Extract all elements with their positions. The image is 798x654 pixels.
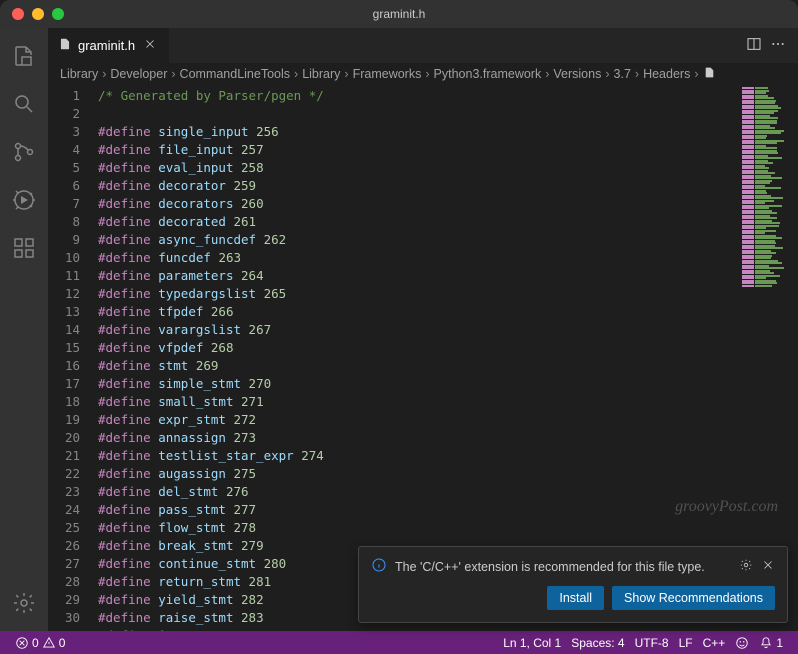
- breadcrumb-segment[interactable]: 3.7: [614, 67, 631, 81]
- status-cursor-position[interactable]: Ln 1, Col 1: [498, 636, 566, 650]
- show-recommendations-button[interactable]: Show Recommendations: [612, 586, 775, 610]
- explorer-icon[interactable]: [0, 36, 48, 76]
- breadcrumb-segment[interactable]: Headers: [643, 67, 690, 81]
- titlebar: graminit.h: [0, 0, 798, 28]
- status-notifications[interactable]: 1: [754, 636, 788, 650]
- code-line[interactable]: #define async_funcdef 262: [98, 231, 738, 249]
- close-icon[interactable]: [761, 558, 775, 575]
- file-icon: [703, 66, 716, 82]
- breadcrumb-segment[interactable]: CommandLineTools: [180, 67, 290, 81]
- notification-toast: The 'C/C++' extension is recommended for…: [358, 546, 788, 623]
- code-line[interactable]: #define typedargslist 265: [98, 285, 738, 303]
- code-line[interactable]: #define parameters 264: [98, 267, 738, 285]
- error-count: 0: [32, 636, 39, 650]
- code-line[interactable]: #define flow_stmt 278: [98, 519, 738, 537]
- warning-count: 0: [59, 636, 66, 650]
- code-line[interactable]: #define pass_stmt 277: [98, 501, 738, 519]
- info-icon: [371, 557, 387, 576]
- install-button[interactable]: Install: [547, 586, 604, 610]
- line-number-gutter: 1234567891011121314151617181920212223242…: [48, 85, 98, 631]
- breadcrumb-segment[interactable]: Python3.framework: [434, 67, 542, 81]
- tab-bar: graminit.h: [48, 28, 798, 63]
- tab-label: graminit.h: [78, 38, 135, 53]
- window-close-button[interactable]: [12, 8, 24, 20]
- status-encoding[interactable]: UTF-8: [630, 636, 674, 650]
- code-line[interactable]: /* Generated by Parser/pgen */: [98, 87, 738, 105]
- code-line[interactable]: #define small_stmt 271: [98, 393, 738, 411]
- activity-bar: [0, 28, 48, 631]
- extensions-icon[interactable]: [0, 228, 48, 268]
- tab-close-icon[interactable]: [141, 35, 159, 56]
- breadcrumb-segment[interactable]: Library: [302, 67, 340, 81]
- code-line[interactable]: #define stmt 269: [98, 357, 738, 375]
- chevron-right-icon: ›: [294, 67, 298, 81]
- source-control-icon[interactable]: [0, 132, 48, 172]
- chevron-right-icon: ›: [545, 67, 549, 81]
- code-line[interactable]: #define expr_stmt 272: [98, 411, 738, 429]
- chevron-right-icon: ›: [635, 67, 639, 81]
- editor-actions: [746, 36, 798, 55]
- code-line[interactable]: #define testlist_star_expr 274: [98, 447, 738, 465]
- settings-gear-icon[interactable]: [0, 583, 48, 623]
- code-line[interactable]: #define annassign 273: [98, 429, 738, 447]
- code-line[interactable]: #define augassign 275: [98, 465, 738, 483]
- run-debug-icon[interactable]: [0, 180, 48, 220]
- code-line[interactable]: #define eval_input 258: [98, 159, 738, 177]
- more-actions-icon[interactable]: [770, 36, 786, 55]
- code-line[interactable]: #define del_stmt 276: [98, 483, 738, 501]
- status-feedback-icon[interactable]: [730, 636, 754, 650]
- code-line[interactable]: #define varargslist 267: [98, 321, 738, 339]
- chevron-right-icon: ›: [694, 67, 698, 81]
- breadcrumbs[interactable]: Library › Developer › CommandLineTools › Libra…: [48, 63, 798, 85]
- code-line[interactable]: #define single_input 256: [98, 123, 738, 141]
- chevron-right-icon: ›: [425, 67, 429, 81]
- status-indentation[interactable]: Spaces: 4: [566, 636, 629, 650]
- status-language[interactable]: C++: [698, 636, 731, 650]
- code-line[interactable]: #define simple_stmt 270: [98, 375, 738, 393]
- status-bar: 0 0 Ln 1, Col 1 Spaces: 4 UTF-8 LF C++ 1: [0, 631, 798, 654]
- tab-active[interactable]: graminit.h: [48, 28, 170, 63]
- code-line[interactable]: #define vfpdef 268: [98, 339, 738, 357]
- chevron-right-icon: ›: [102, 67, 106, 81]
- window-maximize-button[interactable]: [52, 8, 64, 20]
- gear-icon[interactable]: [739, 558, 753, 575]
- status-problems[interactable]: 0 0: [10, 631, 70, 654]
- window-title: graminit.h: [0, 7, 798, 21]
- code-line[interactable]: #define decorator 259: [98, 177, 738, 195]
- code-line[interactable]: #define tfpdef 266: [98, 303, 738, 321]
- notif-count: 1: [776, 636, 783, 650]
- breadcrumb-segment[interactable]: Frameworks: [353, 67, 422, 81]
- window-minimize-button[interactable]: [32, 8, 44, 20]
- chevron-right-icon: ›: [605, 67, 609, 81]
- file-icon: [58, 37, 72, 54]
- code-line[interactable]: #define decorators 260: [98, 195, 738, 213]
- breadcrumb-segment[interactable]: Library: [60, 67, 98, 81]
- status-eol[interactable]: LF: [674, 636, 698, 650]
- code-line[interactable]: [98, 105, 738, 123]
- search-icon[interactable]: [0, 84, 48, 124]
- traffic-lights: [0, 8, 64, 20]
- breadcrumb-segment[interactable]: Developer: [110, 67, 167, 81]
- code-line[interactable]: #define import_stmt 284: [98, 627, 738, 631]
- code-line[interactable]: #define file_input 257: [98, 141, 738, 159]
- split-editor-icon[interactable]: [746, 36, 762, 55]
- chevron-right-icon: ›: [344, 67, 348, 81]
- watermark: groovyPost.com: [675, 498, 778, 516]
- code-line[interactable]: #define funcdef 263: [98, 249, 738, 267]
- chevron-right-icon: ›: [171, 67, 175, 81]
- breadcrumb-segment[interactable]: Versions: [553, 67, 601, 81]
- notification-message: The 'C/C++' extension is recommended for…: [395, 560, 705, 574]
- code-line[interactable]: #define decorated 261: [98, 213, 738, 231]
